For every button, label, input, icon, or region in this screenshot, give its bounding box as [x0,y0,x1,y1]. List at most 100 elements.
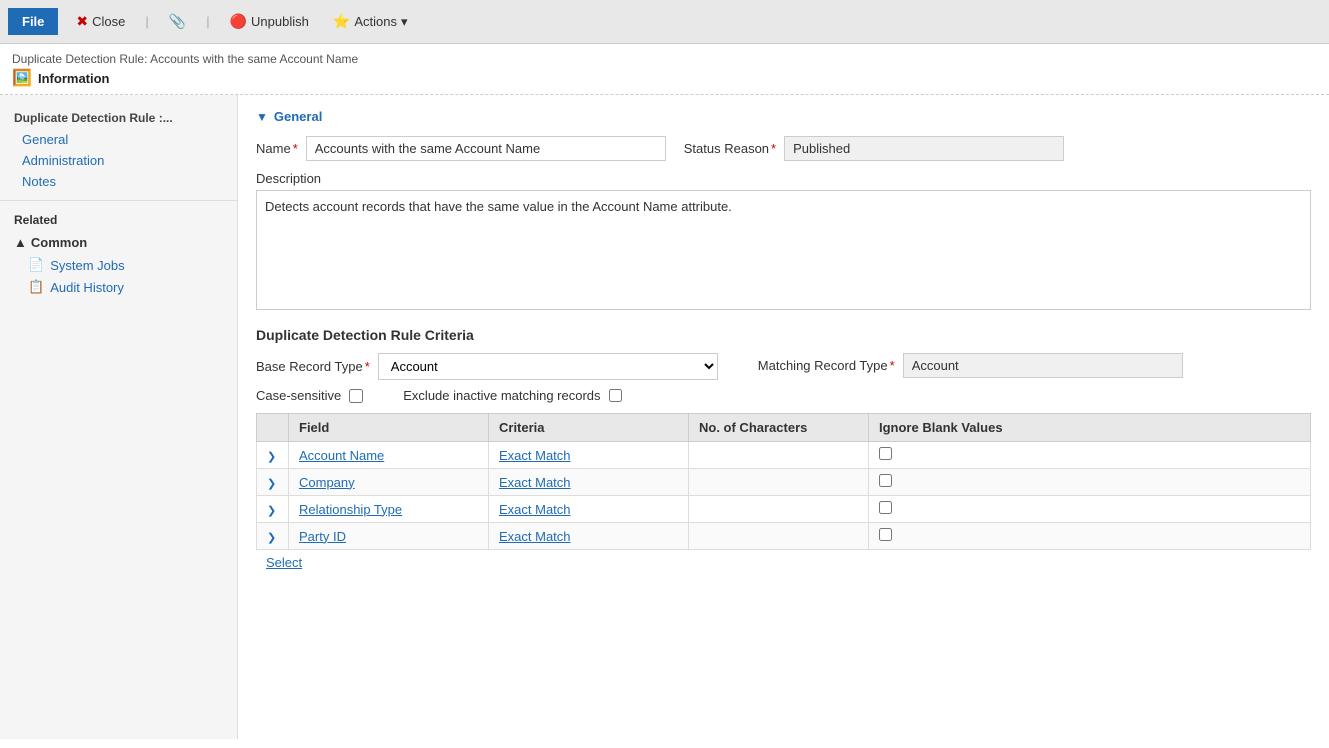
matching-record-col: Matching Record Type* Account [758,353,1183,378]
sidebar-item-system-jobs[interactable]: 📄 System Jobs [0,254,237,276]
close-label: Close [92,14,125,29]
criteria-cell: Exact Match [489,496,689,523]
ignore-blank-cell [869,496,1311,523]
attach-icon: 📎 [169,13,186,30]
base-record-label: Base Record Type* [256,359,370,374]
header-area: Duplicate Detection Rule: Accounts with … [0,44,1329,95]
case-sensitive-checkbox[interactable] [349,389,363,403]
page-title-text: Information [38,71,110,86]
expand-cell[interactable]: ❯ [257,523,289,550]
status-reason-value: Published [784,136,1064,161]
ignore-blank-checkbox[interactable] [879,501,892,514]
toolbar: File ✖ Close | 📎 | 🔴 Unpublish ⭐ Actions… [0,0,1329,44]
unpublish-button[interactable]: 🔴 Unpublish [224,9,315,34]
field-link[interactable]: Company [299,475,355,490]
options-row: Case-sensitive Exclude inactive matching… [256,388,1311,403]
sidebar-item-general[interactable]: General [0,129,237,150]
name-label: Name* [256,141,298,156]
content-area: ▼ General Name* Status Reason* Published… [238,95,1329,739]
th-criteria: Criteria [489,414,689,442]
chars-cell [689,496,869,523]
field-cell: Company [289,469,489,496]
actions-label: Actions [354,14,397,29]
breadcrumb: Duplicate Detection Rule: Accounts with … [12,52,1317,66]
expand-icon[interactable]: ❯ [267,532,276,544]
criteria-link[interactable]: Exact Match [499,448,571,463]
sidebar-section-title: Duplicate Detection Rule :... [0,105,237,129]
ignore-blank-checkbox[interactable] [879,447,892,460]
expand-cell[interactable]: ❯ [257,469,289,496]
description-textarea[interactable]: Detects account records that have the sa… [256,190,1311,310]
general-section-title: General [274,109,322,124]
separator-1: | [145,14,148,29]
chars-cell [689,442,869,469]
chars-cell [689,523,869,550]
sidebar-item-audit-history[interactable]: 📋 Audit History [0,276,237,298]
actions-icon: ⭐ [333,13,350,30]
criteria-link[interactable]: Exact Match [499,529,571,544]
ignore-blank-checkbox[interactable] [879,474,892,487]
sidebar-item-notes[interactable]: Notes [0,171,237,192]
page-icon: 🖼️ [12,68,32,88]
table-row: ❯ Company Exact Match [257,469,1311,496]
file-button[interactable]: File [8,8,58,35]
case-sensitive-col: Case-sensitive [256,388,363,403]
base-required: * [365,359,370,374]
base-record-type-select[interactable]: Account [378,353,718,380]
description-section: Description Detects account records that… [256,171,1311,313]
expand-cell[interactable]: ❯ [257,442,289,469]
separator-2: | [206,14,209,29]
sidebar-item-administration[interactable]: Administration [0,150,237,171]
ignore-blank-cell [869,469,1311,496]
exclude-inactive-checkbox[interactable] [609,389,622,402]
table-header-row: Field Criteria No. of Characters Ignore … [257,414,1311,442]
th-chars: No. of Characters [689,414,869,442]
th-expand [257,414,289,442]
ignore-blank-cell [869,442,1311,469]
actions-button[interactable]: ⭐ Actions ▾ [327,9,414,34]
common-group-label: Common [31,235,87,250]
actions-dropdown-icon: ▾ [401,14,408,30]
th-blank-values: Ignore Blank Values [869,414,1311,442]
field-cell: Party ID [289,523,489,550]
criteria-cell: Exact Match [489,469,689,496]
matching-required: * [890,358,895,373]
related-title: Related [0,209,237,231]
expand-icon[interactable]: ❯ [267,451,276,463]
expand-cell[interactable]: ❯ [257,496,289,523]
field-link[interactable]: Party ID [299,529,346,544]
case-sensitive-label: Case-sensitive [256,388,341,403]
common-toggle-icon: ▲ [14,235,27,250]
attach-button[interactable]: 📎 [163,9,192,34]
name-required: * [293,141,298,156]
table-row: ❯ Relationship Type Exact Match [257,496,1311,523]
criteria-link[interactable]: Exact Match [499,475,571,490]
general-section-header: ▼ General [256,109,1311,124]
common-group-header[interactable]: ▲ Common [0,231,237,254]
record-type-row: Base Record Type* Account Matching Recor… [256,353,1311,380]
field-link[interactable]: Account Name [299,448,384,463]
expand-icon[interactable]: ❯ [267,478,276,490]
matching-record-label: Matching Record Type* [758,358,895,373]
name-field-group: Name* [256,136,666,161]
unpublish-icon: 🔴 [230,13,247,30]
name-input[interactable] [306,136,666,161]
select-link[interactable]: Select [256,550,312,575]
system-jobs-label: System Jobs [50,258,124,273]
matching-record-type-value: Account [903,353,1183,378]
close-button[interactable]: ✖ Close [70,9,131,34]
ignore-blank-checkbox[interactable] [879,528,892,541]
description-label: Description [256,171,1311,186]
criteria-link[interactable]: Exact Match [499,502,571,517]
audit-history-label: Audit History [50,280,124,295]
exclude-inactive-col: Exclude inactive matching records [403,388,621,403]
main-layout: Duplicate Detection Rule :... General Ad… [0,95,1329,739]
expand-icon[interactable]: ❯ [267,505,276,517]
sidebar: Duplicate Detection Rule :... General Ad… [0,95,238,739]
close-icon: ✖ [76,13,88,30]
field-link[interactable]: Relationship Type [299,502,402,517]
general-toggle-icon[interactable]: ▼ [256,110,268,124]
criteria-table: Field Criteria No. of Characters Ignore … [256,413,1311,550]
system-jobs-icon: 📄 [28,257,44,273]
ignore-blank-cell [869,523,1311,550]
